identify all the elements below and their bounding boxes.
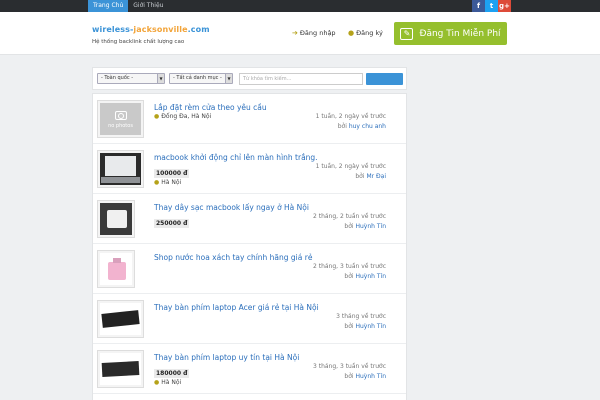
by-label: bởi <box>344 273 354 280</box>
author-link[interactable]: Huỳnh Tín <box>355 373 386 380</box>
listing-thumbnail[interactable] <box>97 350 144 388</box>
keyboard-image <box>100 353 141 385</box>
listing-author: bởi Huỳnh Tín <box>344 223 386 230</box>
chevron-down-icon: ▼ <box>225 74 232 83</box>
map-pin-icon: ● <box>154 379 160 386</box>
site-tagline: Hệ thống backlink chất lượng cao <box>92 39 185 45</box>
listing-author: bởi Huỳnh Tín <box>344 373 386 380</box>
by-label: bởi <box>344 373 354 380</box>
location-text: Hà Nội <box>161 379 182 386</box>
category-select-value: - Tất cả danh mục - <box>173 75 222 81</box>
listing-author: bởi Huỳnh Tín <box>344 323 386 330</box>
region-select[interactable]: - Toàn quốc - ▼ <box>97 73 165 84</box>
listing-thumbnail[interactable]: no photos <box>97 100 144 138</box>
listing-item: Thay bàn phím laptop Acer giá rẻ tại Hà … <box>93 294 406 344</box>
listing-title[interactable]: Lắp đặt rèm cửa theo yêu cầu <box>154 103 267 112</box>
author-link[interactable]: huy chu anh <box>349 123 386 130</box>
listing-item: Thay dây sạc macbook lấy ngay ở Hà Nội 2… <box>93 194 406 244</box>
by-label: bởi <box>337 123 347 130</box>
listing-time: 1 tuần, 2 ngày về trước <box>315 163 386 170</box>
post-free-ad-button[interactable]: ✎ Đăng Tin Miễn Phí <box>394 22 507 45</box>
site-logo[interactable]: wireless-jacksonville.com <box>92 25 210 34</box>
camera-icon <box>115 111 127 120</box>
location-text: Hà Nội <box>161 179 182 186</box>
google-plus-icon[interactable]: g+ <box>498 0 511 12</box>
top-bar: Trang Chủ Giới Thiệu f t g+ <box>0 0 600 12</box>
twitter-icon[interactable]: t <box>485 0 498 12</box>
register-link[interactable]: ● Đăng ký <box>348 29 383 37</box>
listing-item: Thay bàn phím laptop uy tín tại Hà Nội 1… <box>93 344 406 394</box>
site-header: wireless-jacksonville.com Hệ thống backl… <box>0 12 600 55</box>
listing-thumbnail[interactable] <box>97 150 144 188</box>
chevron-down-icon: ▼ <box>157 74 164 83</box>
author-link[interactable]: Huỳnh Tín <box>355 273 386 280</box>
listing-location: ● Hà Nội <box>154 179 181 186</box>
top-nav: Trang Chủ Giới Thiệu <box>88 0 168 12</box>
login-link[interactable]: ➔ Đăng nhập <box>292 29 336 37</box>
listing-author: bởi Mr Đại <box>355 173 386 180</box>
charger-image <box>100 203 132 235</box>
category-select[interactable]: - Tất cả danh mục - ▼ <box>169 73 233 84</box>
listing-title[interactable]: macbook khởi động chỉ lên màn hình trắng… <box>154 153 318 162</box>
listing-item: macbook khởi động chỉ lên màn hình trắng… <box>93 144 406 194</box>
map-pin-icon: ● <box>154 113 160 120</box>
listing-time: 3 tháng, 3 tuần về trước <box>313 363 386 370</box>
listing-price: 180000 đ <box>154 369 190 378</box>
nav-about-link[interactable]: Giới Thiệu <box>128 0 168 12</box>
listing-thumbnail[interactable] <box>97 250 135 288</box>
map-pin-icon: ● <box>154 179 160 186</box>
no-photo-label: no photos <box>108 123 133 129</box>
listing-time: 3 tháng về trước <box>336 313 386 320</box>
facebook-icon[interactable]: f <box>472 0 485 12</box>
listing-price: 100000 đ <box>154 169 190 178</box>
listing-location: ● Hà Nội <box>154 379 181 386</box>
region-select-value: - Toàn quốc - <box>101 75 134 81</box>
location-text: Đống Đa, Hà Nội <box>161 113 212 120</box>
listing-author: bởi Huỳnh Tín <box>344 273 386 280</box>
logo-text-part1: wireless- <box>92 25 134 34</box>
login-label: Đăng nhập <box>299 29 336 37</box>
logo-text-part3: .com <box>187 25 210 34</box>
listing-thumbnail[interactable] <box>97 300 144 338</box>
search-input[interactable]: Từ khóa tìm kiếm... <box>239 73 363 85</box>
logo-text-part2: jacksonville <box>133 25 188 34</box>
listing-item: no photos Lắp đặt rèm cửa theo yêu cầu ●… <box>93 94 406 144</box>
keyboard-image <box>100 303 141 335</box>
listing-title[interactable]: Thay dây sạc macbook lấy ngay ở Hà Nội <box>154 203 309 212</box>
listing-author: bởi huy chu anh <box>338 123 386 130</box>
author-link[interactable]: Huỳnh Tín <box>355 223 386 230</box>
edit-icon: ✎ <box>400 27 414 40</box>
listing-time: 1 tuần, 2 ngày về trước <box>315 113 386 120</box>
listing-time: 2 tháng, 3 tuần về trước <box>313 263 386 270</box>
by-label: bởi <box>344 223 354 230</box>
social-links: f t g+ <box>472 0 511 12</box>
user-icon: ● <box>348 29 355 37</box>
nav-home-link[interactable]: Trang Chủ <box>88 0 129 12</box>
listing-time: 2 tháng, 2 tuần về trước <box>313 213 386 220</box>
listing-title[interactable]: Thay bàn phím laptop uy tín tại Hà Nội <box>154 353 299 362</box>
listing-list: no photos Lắp đặt rèm cửa theo yêu cầu ●… <box>92 93 407 400</box>
perfume-image <box>100 253 132 285</box>
listing-item: Shop nước hoa xách tay chính hãng giá rẻ… <box>93 244 406 294</box>
listing-title[interactable]: Shop nước hoa xách tay chính hãng giá rẻ <box>154 253 312 262</box>
by-label: bởi <box>344 323 354 330</box>
listing-location: ● Đống Đa, Hà Nội <box>154 113 211 120</box>
register-label: Đăng ký <box>356 29 383 37</box>
search-button[interactable] <box>366 73 403 85</box>
post-button-label: Đăng Tin Miễn Phí <box>419 28 501 39</box>
author-link[interactable]: Mr Đại <box>366 173 386 180</box>
laptop-image <box>100 153 141 185</box>
by-label: bởi <box>355 173 365 180</box>
author-link[interactable]: Huỳnh Tín <box>355 323 386 330</box>
search-bar: - Toàn quốc - ▼ - Tất cả danh mục - ▼ Từ… <box>92 67 407 90</box>
listing-thumbnail[interactable] <box>97 200 135 238</box>
login-arrow-icon: ➔ <box>292 29 298 37</box>
listing-title[interactable]: Thay bàn phím laptop Acer giá rẻ tại Hà … <box>154 303 319 312</box>
listing-price: 250000 đ <box>154 219 190 228</box>
